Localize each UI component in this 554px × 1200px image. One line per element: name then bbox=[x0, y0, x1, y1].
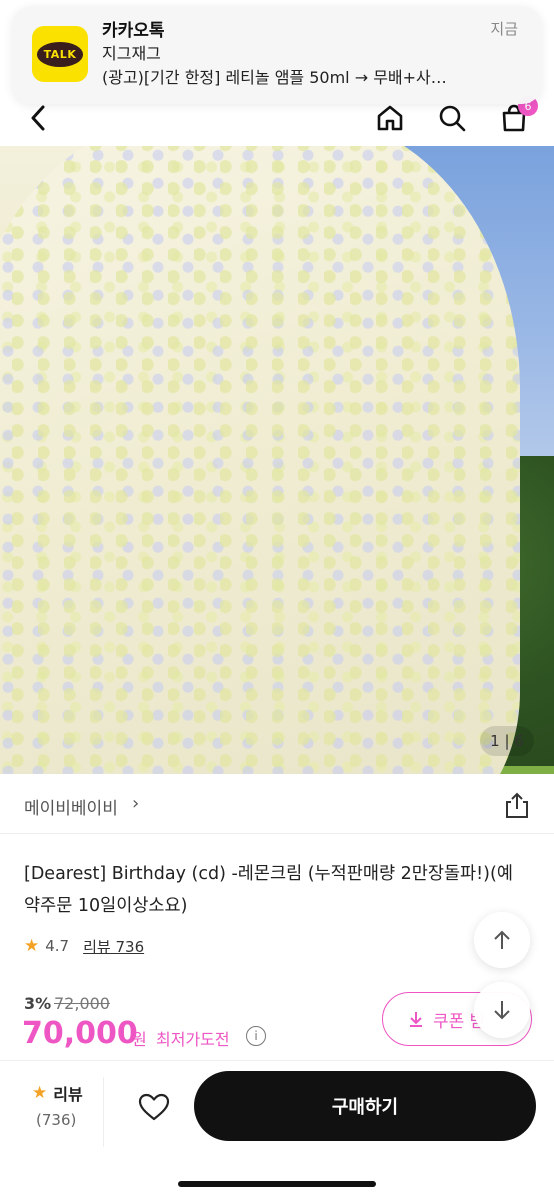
download-icon bbox=[410, 1012, 422, 1027]
notification-time: 지금 bbox=[490, 20, 518, 38]
share-button[interactable] bbox=[502, 790, 532, 820]
back-icon bbox=[31, 105, 45, 131]
search-icon bbox=[439, 105, 466, 132]
notification-message: (광고)[기간 한정] 레티놀 앰플 50ml → 무배+사… bbox=[102, 68, 447, 87]
original-price: 72,000 bbox=[54, 994, 110, 1013]
lowest-price-label: 최저가도전 bbox=[156, 1030, 230, 1049]
home-icon bbox=[377, 105, 403, 131]
push-notification[interactable]: TALK 카카오톡 지금 지그재그 (광고)[기간 한정] 레티놀 앰플 50m… bbox=[12, 6, 542, 104]
review-summary-button[interactable]: ★ 리뷰 (736) bbox=[24, 1077, 104, 1147]
product-image[interactable]: 1 | 6 bbox=[0, 146, 554, 774]
scroll-up-button[interactable] bbox=[474, 912, 530, 968]
search-button[interactable] bbox=[432, 98, 472, 138]
scroll-down-button[interactable] bbox=[474, 982, 530, 1038]
discount-rate: 3% bbox=[24, 994, 52, 1013]
bottom-action-bar: ★ 리뷰 (736) 구매하기 bbox=[0, 1060, 554, 1200]
info-icon[interactable]: i bbox=[246, 1026, 266, 1046]
review-summary-title: ★ 리뷰 bbox=[32, 1081, 83, 1105]
buy-button[interactable]: 구매하기 bbox=[194, 1071, 536, 1141]
heart-icon bbox=[138, 1093, 170, 1121]
sale-price: 70,000 bbox=[22, 1016, 138, 1051]
wishlist-button[interactable] bbox=[134, 1087, 174, 1127]
rating-value: 4.7 bbox=[45, 937, 70, 955]
arrow-down-icon bbox=[494, 1001, 510, 1020]
brand-name-link[interactable]: 메이비베이비 bbox=[24, 794, 118, 819]
home-button[interactable] bbox=[370, 98, 410, 138]
star-icon: ★ bbox=[24, 936, 40, 956]
rating-row: ★ 4.7 리뷰 736 bbox=[24, 934, 144, 958]
star-icon: ★ bbox=[32, 1083, 48, 1103]
chevron-right-icon: › bbox=[132, 793, 140, 814]
kakaotalk-logo-text: TALK bbox=[36, 41, 84, 67]
notification-app-name: 카카오톡 bbox=[102, 21, 165, 41]
brand-row: 메이비베이비 › bbox=[0, 776, 554, 834]
image-cardigan bbox=[0, 146, 520, 774]
share-icon bbox=[506, 792, 528, 818]
review-summary-count: (736) bbox=[36, 1111, 77, 1129]
kakaotalk-logo-icon: TALK bbox=[32, 26, 88, 82]
review-summary-label: 리뷰 bbox=[53, 1085, 83, 1104]
home-indicator[interactable] bbox=[178, 1181, 376, 1187]
price-unit: 원 bbox=[132, 1030, 147, 1049]
notification-sender: 지그재그 bbox=[102, 44, 161, 63]
arrow-up-icon bbox=[494, 930, 510, 949]
back-button[interactable] bbox=[18, 98, 58, 138]
product-title: [Dearest] Birthday (cd) -레몬크림 (누적판매량 2만장… bbox=[24, 864, 513, 916]
cart-button[interactable]: 6 bbox=[494, 96, 538, 138]
review-link[interactable]: 리뷰 736 bbox=[83, 936, 144, 957]
image-counter: 1 | 6 bbox=[480, 726, 534, 756]
